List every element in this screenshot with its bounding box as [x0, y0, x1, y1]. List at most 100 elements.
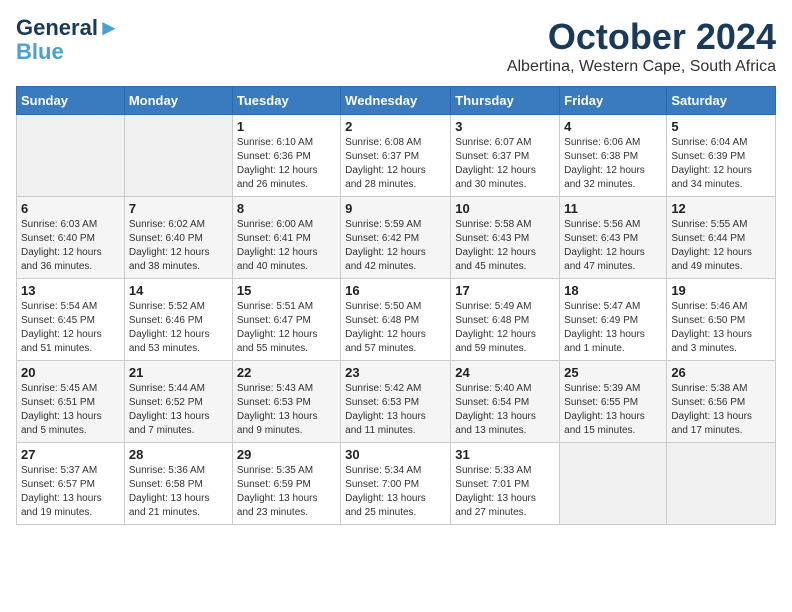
- day-detail: Sunrise: 5:59 AM Sunset: 6:42 PM Dayligh…: [345, 218, 446, 274]
- calendar-cell: 30 Sunrise: 5:34 AM Sunset: 7:00 PM Dayli…: [341, 443, 451, 525]
- calendar-cell: 6 Sunrise: 6:03 AM Sunset: 6:40 PM Daylig…: [17, 197, 125, 279]
- day-of-week-header: Wednesday: [341, 87, 451, 115]
- day-detail: Sunrise: 5:54 AM Sunset: 6:45 PM Dayligh…: [21, 300, 120, 356]
- day-number: 1: [237, 119, 336, 134]
- calendar-cell: 27 Sunrise: 5:37 AM Sunset: 6:57 PM Dayli…: [17, 443, 125, 525]
- calendar-cell: [560, 443, 667, 525]
- calendar-cell: 14 Sunrise: 5:52 AM Sunset: 6:46 PM Dayli…: [124, 279, 232, 361]
- day-number: 7: [129, 201, 228, 216]
- day-detail: Sunrise: 5:49 AM Sunset: 6:48 PM Dayligh…: [455, 300, 555, 356]
- calendar-cell: 16 Sunrise: 5:50 AM Sunset: 6:48 PM Dayli…: [341, 279, 451, 361]
- day-number: 3: [455, 119, 555, 134]
- calendar-cell: [667, 443, 776, 525]
- day-detail: Sunrise: 5:37 AM Sunset: 6:57 PM Dayligh…: [21, 464, 120, 520]
- day-detail: Sunrise: 5:39 AM Sunset: 6:55 PM Dayligh…: [564, 382, 662, 438]
- day-of-week-header: Monday: [124, 87, 232, 115]
- day-detail: Sunrise: 5:58 AM Sunset: 6:43 PM Dayligh…: [455, 218, 555, 274]
- day-number: 28: [129, 447, 228, 462]
- day-number: 30: [345, 447, 446, 462]
- day-detail: Sunrise: 5:42 AM Sunset: 6:53 PM Dayligh…: [345, 382, 446, 438]
- day-number: 13: [21, 283, 120, 298]
- day-number: 24: [455, 365, 555, 380]
- calendar-body: 1 Sunrise: 6:10 AM Sunset: 6:36 PM Daylig…: [17, 115, 776, 525]
- day-number: 5: [671, 119, 771, 134]
- day-detail: Sunrise: 5:46 AM Sunset: 6:50 PM Dayligh…: [671, 300, 771, 356]
- day-number: 18: [564, 283, 662, 298]
- day-detail: Sunrise: 5:36 AM Sunset: 6:58 PM Dayligh…: [129, 464, 228, 520]
- calendar-cell: 17 Sunrise: 5:49 AM Sunset: 6:48 PM Dayli…: [451, 279, 560, 361]
- day-number: 9: [345, 201, 446, 216]
- day-number: 20: [21, 365, 120, 380]
- day-of-week-header: Friday: [560, 87, 667, 115]
- day-detail: Sunrise: 5:44 AM Sunset: 6:52 PM Dayligh…: [129, 382, 228, 438]
- day-number: 4: [564, 119, 662, 134]
- calendar-cell: 19 Sunrise: 5:46 AM Sunset: 6:50 PM Dayli…: [667, 279, 776, 361]
- calendar-week-row: 6 Sunrise: 6:03 AM Sunset: 6:40 PM Daylig…: [17, 197, 776, 279]
- day-detail: Sunrise: 5:38 AM Sunset: 6:56 PM Dayligh…: [671, 382, 771, 438]
- calendar-cell: 24 Sunrise: 5:40 AM Sunset: 6:54 PM Dayli…: [451, 361, 560, 443]
- calendar-week-row: 20 Sunrise: 5:45 AM Sunset: 6:51 PM Dayli…: [17, 361, 776, 443]
- day-number: 10: [455, 201, 555, 216]
- day-number: 16: [345, 283, 446, 298]
- day-number: 22: [237, 365, 336, 380]
- day-detail: Sunrise: 5:45 AM Sunset: 6:51 PM Dayligh…: [21, 382, 120, 438]
- day-of-week-header: Sunday: [17, 87, 125, 115]
- day-detail: Sunrise: 5:51 AM Sunset: 6:47 PM Dayligh…: [237, 300, 336, 356]
- calendar-cell: 18 Sunrise: 5:47 AM Sunset: 6:49 PM Dayli…: [560, 279, 667, 361]
- calendar-cell: 7 Sunrise: 6:02 AM Sunset: 6:40 PM Daylig…: [124, 197, 232, 279]
- day-number: 6: [21, 201, 120, 216]
- calendar-cell: 22 Sunrise: 5:43 AM Sunset: 6:53 PM Dayli…: [232, 361, 340, 443]
- day-detail: Sunrise: 5:56 AM Sunset: 6:43 PM Dayligh…: [564, 218, 662, 274]
- day-detail: Sunrise: 5:52 AM Sunset: 6:46 PM Dayligh…: [129, 300, 228, 356]
- day-detail: Sunrise: 5:40 AM Sunset: 6:54 PM Dayligh…: [455, 382, 555, 438]
- day-number: 26: [671, 365, 771, 380]
- calendar-week-row: 27 Sunrise: 5:37 AM Sunset: 6:57 PM Dayli…: [17, 443, 776, 525]
- day-number: 19: [671, 283, 771, 298]
- day-detail: Sunrise: 5:50 AM Sunset: 6:48 PM Dayligh…: [345, 300, 446, 356]
- day-number: 14: [129, 283, 228, 298]
- day-of-week-header: Thursday: [451, 87, 560, 115]
- day-detail: Sunrise: 6:10 AM Sunset: 6:36 PM Dayligh…: [237, 136, 336, 192]
- location: Albertina, Western Cape, South Africa: [507, 58, 776, 76]
- calendar-cell: 21Sunrise: 5:44 AM Sunset: 6:52 PM Dayli…: [124, 361, 232, 443]
- day-detail: Sunrise: 6:08 AM Sunset: 6:37 PM Dayligh…: [345, 136, 446, 192]
- calendar-cell: 26 Sunrise: 5:38 AM Sunset: 6:56 PM Dayli…: [667, 361, 776, 443]
- day-detail: Sunrise: 5:55 AM Sunset: 6:44 PM Dayligh…: [671, 218, 771, 274]
- day-detail: Sunrise: 5:47 AM Sunset: 6:49 PM Dayligh…: [564, 300, 662, 356]
- calendar-cell: 20 Sunrise: 5:45 AM Sunset: 6:51 PM Dayli…: [17, 361, 125, 443]
- calendar-week-row: 1 Sunrise: 6:10 AM Sunset: 6:36 PM Daylig…: [17, 115, 776, 197]
- calendar-cell: 29 Sunrise: 5:35 AM Sunset: 6:59 PM Dayli…: [232, 443, 340, 525]
- logo-text: General►: [16, 16, 120, 40]
- page-header: General► Blue October 2024 Albertina, We…: [16, 16, 776, 76]
- day-detail: Sunrise: 6:04 AM Sunset: 6:39 PM Dayligh…: [671, 136, 771, 192]
- calendar-cell: 4Sunrise: 6:06 AM Sunset: 6:38 PM Daylig…: [560, 115, 667, 197]
- day-detail: Sunrise: 5:34 AM Sunset: 7:00 PM Dayligh…: [345, 464, 446, 520]
- calendar-cell: 15Sunrise: 5:51 AM Sunset: 6:47 PM Dayli…: [232, 279, 340, 361]
- calendar-cell: 9 Sunrise: 5:59 AM Sunset: 6:42 PM Daylig…: [341, 197, 451, 279]
- calendar-week-row: 13 Sunrise: 5:54 AM Sunset: 6:45 PM Dayli…: [17, 279, 776, 361]
- day-of-week-header: Tuesday: [232, 87, 340, 115]
- calendar-cell: 31Sunrise: 5:33 AM Sunset: 7:01 PM Dayli…: [451, 443, 560, 525]
- day-detail: Sunrise: 6:03 AM Sunset: 6:40 PM Dayligh…: [21, 218, 120, 274]
- logo: General► Blue: [16, 16, 120, 64]
- day-number: 12: [671, 201, 771, 216]
- day-number: 27: [21, 447, 120, 462]
- day-number: 25: [564, 365, 662, 380]
- calendar-table: SundayMondayTuesdayWednesdayThursdayFrid…: [16, 86, 776, 525]
- day-number: 2: [345, 119, 446, 134]
- month-title: October 2024: [507, 16, 776, 58]
- day-detail: Sunrise: 5:35 AM Sunset: 6:59 PM Dayligh…: [237, 464, 336, 520]
- day-of-week-header: Saturday: [667, 87, 776, 115]
- calendar-cell: 13 Sunrise: 5:54 AM Sunset: 6:45 PM Dayli…: [17, 279, 125, 361]
- calendar-cell: 11Sunrise: 5:56 AM Sunset: 6:43 PM Dayli…: [560, 197, 667, 279]
- calendar-cell: 23Sunrise: 5:42 AM Sunset: 6:53 PM Dayli…: [341, 361, 451, 443]
- day-number: 29: [237, 447, 336, 462]
- calendar-cell: 8Sunrise: 6:00 AM Sunset: 6:41 PM Daylig…: [232, 197, 340, 279]
- day-number: 8: [237, 201, 336, 216]
- day-detail: Sunrise: 5:43 AM Sunset: 6:53 PM Dayligh…: [237, 382, 336, 438]
- calendar-cell: [17, 115, 125, 197]
- day-detail: Sunrise: 6:02 AM Sunset: 6:40 PM Dayligh…: [129, 218, 228, 274]
- day-number: 17: [455, 283, 555, 298]
- day-number: 31: [455, 447, 555, 462]
- calendar-cell: 10 Sunrise: 5:58 AM Sunset: 6:43 PM Dayli…: [451, 197, 560, 279]
